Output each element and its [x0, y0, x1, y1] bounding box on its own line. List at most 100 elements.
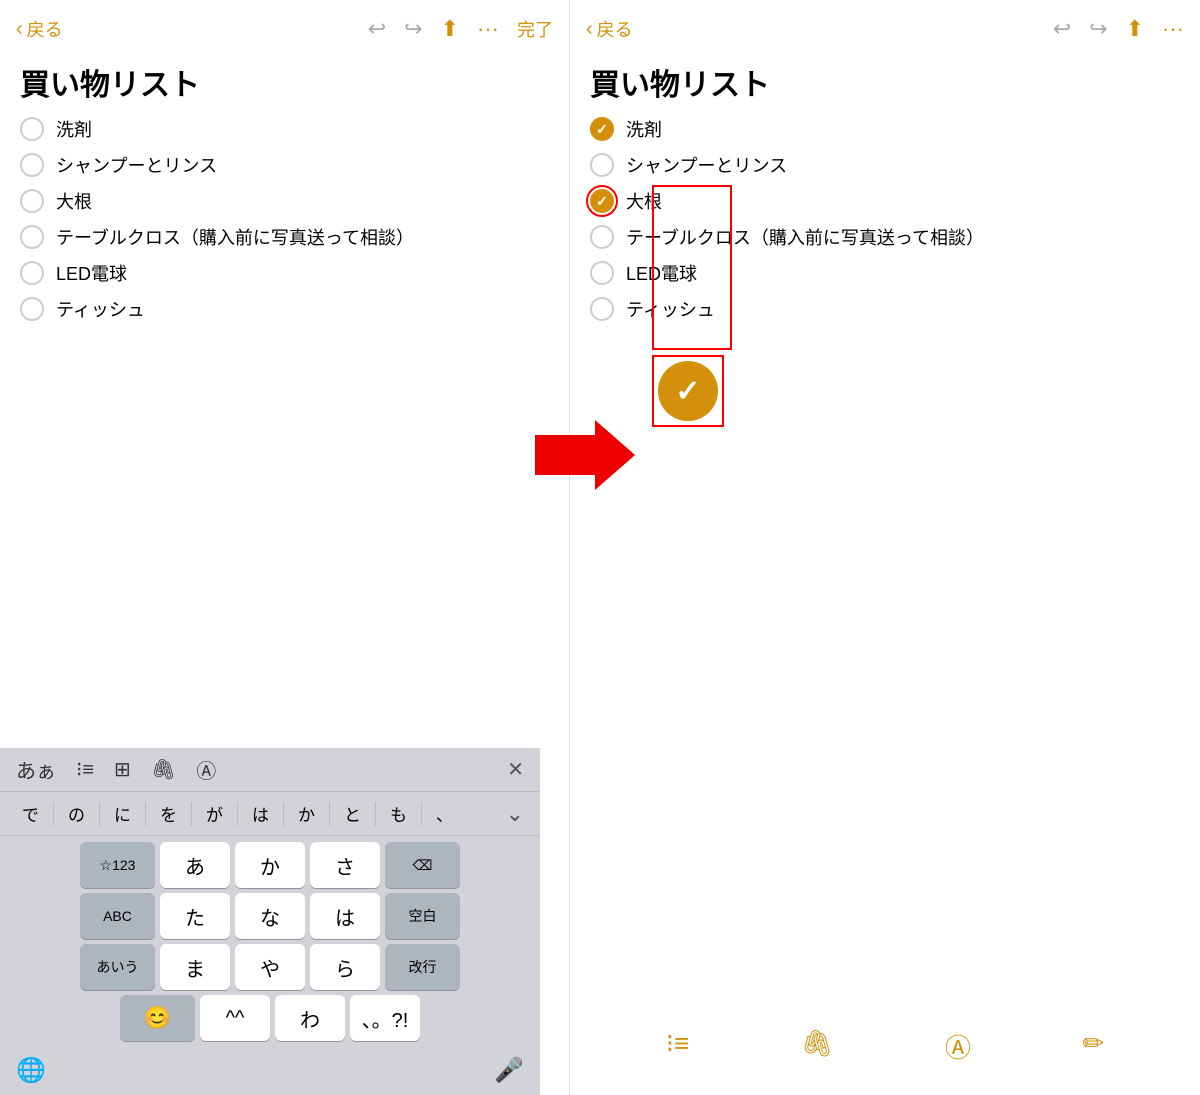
left-redo-icon[interactable]: ↪: [404, 16, 422, 42]
suggestion-2[interactable]: の: [54, 801, 99, 826]
list-item: LED電球: [590, 260, 1180, 286]
left-more-icon[interactable]: ···: [477, 16, 499, 42]
item-label-1: 洗剤: [56, 116, 92, 142]
checkbox-r1[interactable]: [590, 117, 614, 141]
right-panel: ‹ 戻る ↩ ↪ ⬆ ··· 買い物リスト 洗剤 シャンプーとリンス 大根: [570, 0, 1200, 1095]
key-hat[interactable]: ^^: [200, 995, 270, 1041]
right-note-title: 買い物リスト: [570, 52, 1200, 116]
key-ta[interactable]: た: [160, 893, 230, 939]
key-row-2: ABC た な は 空白: [4, 893, 536, 939]
key-row-4: 😊 ^^ わ 、。?!: [4, 995, 536, 1041]
right-redo-icon[interactable]: ↪: [1089, 16, 1107, 42]
key-a[interactable]: あ: [160, 842, 230, 888]
left-nav-center: ↩ ↪ ⬆ ··· 完了: [368, 16, 553, 42]
keyboard-area: あぁ ⁝≡ ⊞ 🖇 Ⓐ ✕ で の に を が は か と も: [0, 748, 540, 1095]
key-123[interactable]: ☆123: [80, 842, 155, 888]
key-ha[interactable]: は: [310, 893, 380, 939]
checkbox-1[interactable]: [20, 117, 44, 141]
globe-icon[interactable]: 🌐: [16, 1056, 46, 1085]
red-arrow-icon: [535, 420, 635, 490]
left-checklist: 洗剤 シャンプーとリンス 大根 テーブルクロス（購入前に写真送って相談） LED…: [0, 116, 569, 322]
list-item: ティッシュ: [20, 296, 549, 322]
list-item: 洗剤: [590, 116, 1180, 142]
suggestion-7[interactable]: か: [284, 801, 329, 826]
list-item: LED電球: [20, 260, 549, 286]
key-ya[interactable]: や: [235, 944, 305, 990]
checkbox-r4[interactable]: [590, 225, 614, 249]
keyboard-toolbar: あぁ ⁝≡ ⊞ 🖇 Ⓐ ✕: [0, 748, 540, 792]
suggestion-1[interactable]: で: [8, 801, 53, 826]
checkbox-5[interactable]: [20, 261, 44, 285]
checkbox-6[interactable]: [20, 297, 44, 321]
key-wa[interactable]: わ: [275, 995, 345, 1041]
left-share-icon[interactable]: ⬆: [441, 16, 459, 42]
suggestion-4[interactable]: を: [146, 801, 191, 826]
key-space[interactable]: 空白: [385, 893, 460, 939]
right-checklist: 洗剤 シャンプーとリンス 大根 テーブルクロス（購入前に写真送って相談） LED…: [570, 116, 1200, 322]
list-item: シャンプーとリンス: [590, 152, 1180, 178]
checkbox-4[interactable]: [20, 225, 44, 249]
suggestions-expand-icon[interactable]: ⌄: [498, 801, 532, 827]
bottom-edit-icon[interactable]: ✏: [1082, 1028, 1104, 1065]
item-label-2: シャンプーとリンス: [56, 152, 217, 178]
checkbox-2[interactable]: [20, 153, 44, 177]
key-abc[interactable]: ABC: [80, 893, 155, 939]
kbtool-table-icon[interactable]: ⊞: [114, 757, 131, 782]
right-undo-icon[interactable]: ↩: [1053, 16, 1071, 42]
kbtool-aa-icon[interactable]: あぁ: [16, 755, 56, 784]
bottom-clip-icon[interactable]: 🖇: [801, 1028, 834, 1065]
key-backspace[interactable]: ⌫: [385, 842, 460, 888]
right-nav-bar: ‹ 戻る ↩ ↪ ⬆ ···: [570, 0, 1200, 52]
item-label-r1: 洗剤: [626, 116, 662, 142]
checkbox-r5[interactable]: [590, 261, 614, 285]
suggestion-5[interactable]: が: [192, 801, 237, 826]
keyboard-bottom-bar: 🌐 🎤: [0, 1050, 540, 1095]
left-nav-bar: ‹ 戻る ↩ ↪ ⬆ ··· 完了: [0, 0, 569, 52]
key-sa[interactable]: さ: [310, 842, 380, 888]
key-row-1: ☆123 あ か さ ⌫: [4, 842, 536, 888]
key-ra[interactable]: ら: [310, 944, 380, 990]
suggestion-8[interactable]: と: [330, 801, 375, 826]
checkbox-r6[interactable]: [590, 297, 614, 321]
key-na[interactable]: な: [235, 893, 305, 939]
right-back-button[interactable]: ‹ 戻る: [586, 16, 633, 42]
checkbox-r3[interactable]: [590, 189, 614, 213]
key-aiueo[interactable]: あいう: [80, 944, 155, 990]
bottom-circle-a-icon[interactable]: Ⓐ: [945, 1028, 971, 1065]
item-label-r2: シャンプーとリンス: [626, 152, 787, 178]
left-undo-icon[interactable]: ↩: [368, 16, 386, 42]
suggestions-row: で の に を が は か と も 、 ⌄: [0, 792, 540, 836]
item-label-4: テーブルクロス（購入前に写真送って相談）: [56, 224, 414, 250]
mic-icon[interactable]: 🎤: [494, 1056, 524, 1085]
key-ma[interactable]: ま: [160, 944, 230, 990]
right-more-icon[interactable]: ···: [1162, 16, 1184, 42]
annotation-box-check: ✓: [652, 355, 724, 427]
kbtool-list-icon[interactable]: ⁝≡: [76, 757, 94, 782]
checkbox-3[interactable]: [20, 189, 44, 213]
left-back-button[interactable]: ‹ 戻る: [16, 16, 63, 42]
right-share-icon[interactable]: ⬆: [1126, 16, 1144, 42]
keyboard-rows: ☆123 あ か さ ⌫ ABC た な は 空白 あいう ま や ら 改行: [0, 836, 540, 1050]
suggestion-10[interactable]: 、: [422, 801, 467, 826]
kbtool-clip-icon[interactable]: 🖇: [151, 757, 176, 782]
item-label-r5: LED電球: [626, 260, 697, 286]
key-punct[interactable]: 、。?!: [350, 995, 420, 1041]
red-arrow-container: [535, 420, 635, 490]
checkbox-r2[interactable]: [590, 153, 614, 177]
suggestion-6[interactable]: は: [238, 801, 283, 826]
kbtool-close-icon[interactable]: ✕: [507, 757, 524, 782]
left-note-title: 買い物リスト: [0, 52, 569, 116]
bottom-list-icon[interactable]: ⁝≡: [666, 1028, 689, 1065]
kbtool-circle-a-icon[interactable]: Ⓐ: [196, 755, 216, 784]
suggestion-9[interactable]: も: [376, 801, 421, 826]
key-emoji[interactable]: 😊: [120, 995, 195, 1041]
gold-check-circle[interactable]: ✓: [658, 361, 718, 421]
key-enter[interactable]: 改行: [385, 944, 460, 990]
item-label-r3: 大根: [626, 188, 662, 214]
left-done-button[interactable]: 完了: [517, 16, 553, 42]
item-label-r4: テーブルクロス（購入前に写真送って相談）: [626, 224, 984, 250]
suggestion-3[interactable]: に: [100, 801, 145, 826]
list-item: テーブルクロス（購入前に写真送って相談）: [590, 224, 1180, 250]
key-ka[interactable]: か: [235, 842, 305, 888]
list-item: ティッシュ: [590, 296, 1180, 322]
